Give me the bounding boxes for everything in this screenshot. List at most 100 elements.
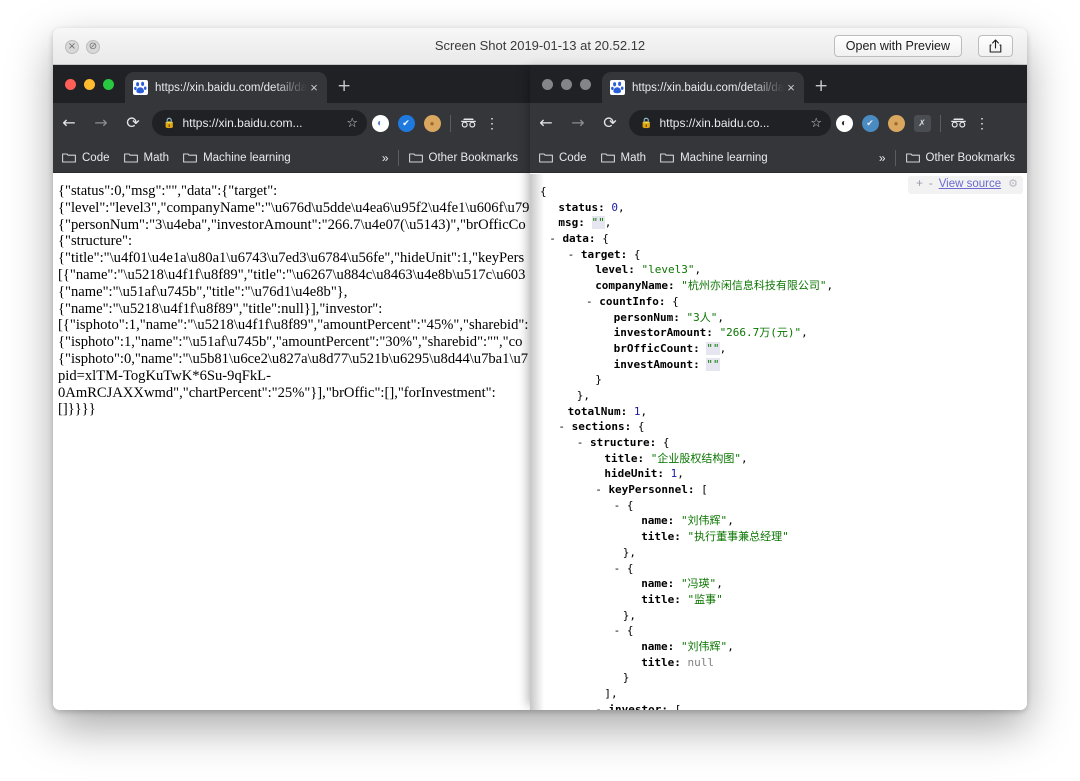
bookmark-star-icon-left[interactable]: ☆: [346, 116, 358, 131]
json-value: "监事": [687, 592, 723, 606]
window-close-button-right[interactable]: [542, 79, 553, 90]
json-punctuation: },: [576, 388, 591, 402]
folder-icon: [660, 152, 675, 163]
forward-button-right[interactable]: →: [562, 115, 594, 131]
other-bookmarks-button-left[interactable]: Other Bookmarks: [408, 152, 518, 164]
cookie-extension-icon-left[interactable]: ●: [419, 113, 445, 133]
chrome-menu-button-right[interactable]: ⋮: [970, 115, 994, 132]
lock-icon-left: 🔒: [163, 117, 176, 129]
share-button[interactable]: [978, 35, 1013, 57]
json-punctuation: ,: [677, 467, 684, 481]
share-icon: [989, 39, 1002, 53]
json-collapse-toggle[interactable]: -: [614, 562, 627, 575]
json-punctuation: ,: [717, 310, 724, 324]
reload-button-right[interactable]: ⟳: [594, 115, 626, 131]
quicklook-titlebar: × ⊘ Screen Shot 2019-01-13 at 20.52.12 O…: [53, 28, 1027, 65]
json-punctuation: },: [622, 608, 637, 622]
pocket-extension-icon-right[interactable]: ✔: [857, 113, 883, 133]
browser-window-left: https://xin.baidu.com/detail/da × + ← → …: [53, 65, 530, 710]
bookmark-label: Machine learning: [680, 151, 768, 164]
json-punctuation: }: [622, 671, 630, 685]
address-bar-right[interactable]: 🔒 https://xin.baidu.co... ☆: [629, 110, 831, 136]
forward-button-left[interactable]: →: [85, 115, 117, 131]
json-collapse-toggle[interactable]: -: [577, 436, 590, 449]
json-key: companyName:: [595, 279, 682, 293]
json-line: title: null: [540, 655, 1027, 671]
window-zoom-button-left[interactable]: [103, 79, 114, 90]
json-collapse-toggle[interactable]: -: [549, 232, 562, 245]
bookmark-star-icon-right[interactable]: ☆: [810, 116, 822, 131]
back-button-left[interactable]: ←: [53, 115, 85, 131]
json-punctuation: ,: [801, 326, 808, 340]
view-source-link[interactable]: View source: [936, 177, 1004, 193]
tab-close-icon-left[interactable]: ×: [307, 81, 321, 94]
back-button-right[interactable]: ←: [530, 115, 562, 131]
json-viewer-controls: + - View source ⚙: [908, 176, 1023, 194]
address-bar-text-right: https://xin.baidu.co...: [659, 116, 770, 130]
new-tab-button-left[interactable]: +: [337, 78, 351, 95]
bookmarks-overflow-button-left[interactable]: »: [382, 151, 398, 165]
json-line: - target: {: [540, 247, 1027, 263]
window-close-button-left[interactable]: [65, 79, 76, 90]
json-value: "执行董事兼总经理": [687, 530, 789, 544]
bookmark-label: Machine learning: [203, 151, 291, 164]
browser-tab-right[interactable]: https://xin.baidu.com/detail/da ×: [602, 72, 804, 103]
expand-all-button[interactable]: +: [913, 177, 926, 193]
window-minimize-button-left[interactable]: [84, 79, 95, 90]
json-value: [: [674, 702, 682, 710]
json-key: title:: [604, 451, 651, 465]
json-line: title: "监事": [540, 592, 1027, 608]
bookmark-folder-code-left[interactable]: Code: [62, 152, 110, 164]
json-value: {: [672, 294, 679, 308]
adblock-extension-icon-left[interactable]: ◐: [367, 113, 393, 133]
json-collapse-toggle[interactable]: -: [614, 624, 627, 637]
pocket-extension-icon-left[interactable]: ✔: [393, 113, 419, 133]
json-punctuation: ],: [604, 687, 618, 700]
json-punctuation: ,: [604, 216, 612, 230]
window-minimize-button-right[interactable]: [561, 79, 572, 90]
adblock-extension-icon-right[interactable]: ◐: [831, 113, 857, 133]
bookmark-folder-machine-learning-right[interactable]: Machine learning: [660, 152, 768, 164]
incognito-icon-right[interactable]: [946, 115, 970, 131]
json-line: name: "刘伟辉",: [540, 513, 1027, 529]
quicklook-window: × ⊘ Screen Shot 2019-01-13 at 20.52.12 O…: [53, 28, 1027, 710]
json-collapse-toggle[interactable]: -: [586, 295, 599, 308]
other-bookmarks-button-right[interactable]: Other Bookmarks: [905, 152, 1015, 164]
json-punctuation: ,: [640, 404, 648, 418]
json-collapse-toggle[interactable]: -: [614, 499, 627, 512]
new-tab-button-right[interactable]: +: [814, 78, 828, 95]
raw-json-page-text: {"status":0,"msg":"","data":{"target": {…: [53, 174, 530, 710]
gear-icon[interactable]: ⚙: [1004, 177, 1018, 193]
toolbar-divider-left: [450, 114, 451, 132]
chrome-menu-button-left[interactable]: ⋮: [480, 115, 504, 132]
json-punctuation: ,: [716, 577, 723, 591]
json-line: },: [540, 388, 1027, 404]
reload-button-left[interactable]: ⟳: [117, 115, 149, 131]
cookie-extension-icon-right[interactable]: ●: [883, 113, 909, 133]
bookmark-folder-math-right[interactable]: Math: [600, 152, 646, 164]
collapse-all-button[interactable]: -: [926, 177, 936, 193]
json-collapse-toggle[interactable]: -: [568, 248, 581, 261]
json-line: name: "冯瑛",: [540, 576, 1027, 592]
bookmark-folder-math-left[interactable]: Math: [123, 152, 169, 164]
toolbar-left: ← → ⟳ 🔒 https://xin.baidu.com... ☆ ◐ ✔ ●: [53, 103, 530, 143]
incognito-icon-left[interactable]: [456, 115, 480, 131]
json-key: title:: [641, 655, 688, 669]
tab-close-icon-right[interactable]: ×: [784, 81, 798, 94]
json-line: investAmount: "": [540, 357, 1027, 373]
folder-icon: [123, 152, 138, 163]
json-value: "": [706, 341, 720, 355]
open-with-preview-button[interactable]: Open with Preview: [833, 35, 962, 57]
browser-tab-left[interactable]: https://xin.baidu.com/detail/da ×: [125, 72, 327, 103]
address-bar-left[interactable]: 🔒 https://xin.baidu.com... ☆: [152, 110, 367, 136]
bookmark-folder-code-right[interactable]: Code: [539, 152, 587, 164]
window-zoom-button-right[interactable]: [580, 79, 591, 90]
json-collapse-toggle[interactable]: -: [595, 483, 608, 496]
browser-tab-title-left: https://xin.baidu.com/detail/da: [155, 81, 307, 94]
json-punctuation: ,: [826, 279, 834, 293]
json-collapse-toggle[interactable]: -: [558, 420, 571, 433]
json-collapse-toggle[interactable]: -: [595, 703, 608, 710]
jsonview-extension-icon-right[interactable]: ✗: [909, 113, 935, 133]
bookmarks-overflow-button-right[interactable]: »: [879, 151, 895, 165]
bookmark-folder-machine-learning-left[interactable]: Machine learning: [183, 152, 291, 164]
